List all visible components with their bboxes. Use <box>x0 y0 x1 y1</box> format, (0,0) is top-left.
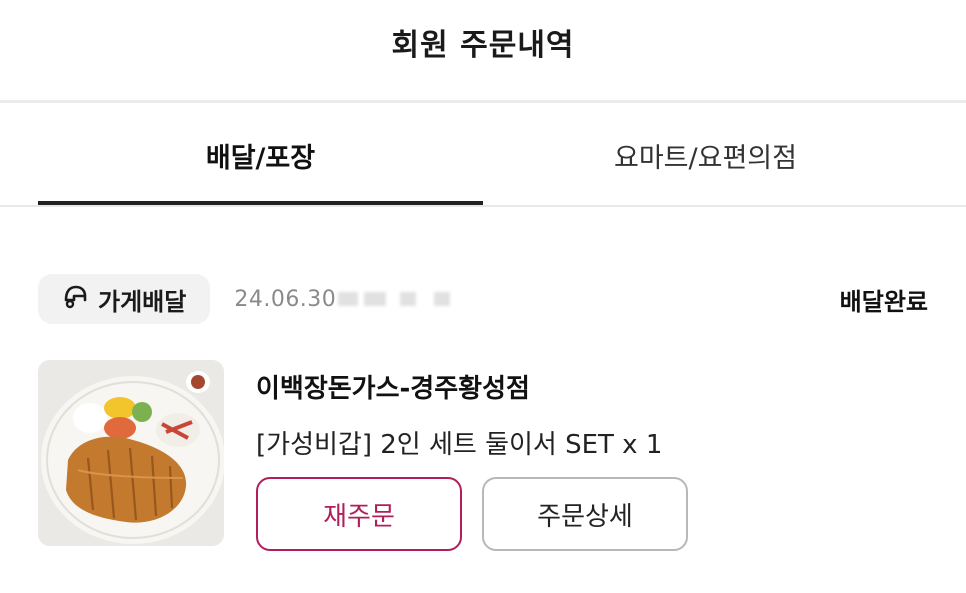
reorder-button[interactable]: 재주문 <box>256 477 462 551</box>
order-detail-button[interactable]: 주문상세 <box>482 477 688 551</box>
order-actions: 재주문 주문상세 <box>256 477 688 551</box>
tab-delivery-takeout[interactable]: 배달/포장 <box>38 103 483 207</box>
page-title: 회원 주문내역 <box>391 28 575 63</box>
tabs-divider <box>0 205 966 207</box>
order-card: 가게배달 24.06.30 배달완료 이백장돈가스-경주황성점 [가성비갑] 2… <box>38 273 928 551</box>
order-body: 이백장돈가스-경주황성점 [가성비갑] 2인 세트 둘이서 SET x 1 재주… <box>38 360 928 551</box>
order-info: 이백장돈가스-경주황성점 [가성비갑] 2인 세트 둘이서 SET x 1 재주… <box>256 360 688 551</box>
app-header: 회원 주문내역 <box>0 0 966 100</box>
order-date: 24.06.30 <box>234 286 337 312</box>
order-header: 가게배달 24.06.30 배달완료 <box>38 273 928 325</box>
tab-mart-convenience[interactable]: 요마트/요편의점 <box>483 103 928 207</box>
order-status: 배달완료 <box>839 287 928 316</box>
delivery-type-label: 가게배달 <box>98 287 187 316</box>
order-date-row: 24.06.30 <box>234 286 451 312</box>
redacted-time <box>400 292 417 306</box>
menu-summary: [가성비갑] 2인 세트 둘이서 SET x 1 <box>256 430 663 460</box>
order-tabs: 배달/포장 요마트/요편의점 <box>38 103 966 207</box>
redacted-time <box>338 292 359 306</box>
redacted-time <box>364 292 387 306</box>
store-name[interactable]: 이백장돈가스-경주황성점 <box>256 368 688 405</box>
delivery-type-badge: 가게배달 <box>38 274 211 324</box>
redacted-time <box>434 292 451 306</box>
food-image[interactable] <box>38 360 224 546</box>
delivery-rider-icon <box>60 281 90 317</box>
